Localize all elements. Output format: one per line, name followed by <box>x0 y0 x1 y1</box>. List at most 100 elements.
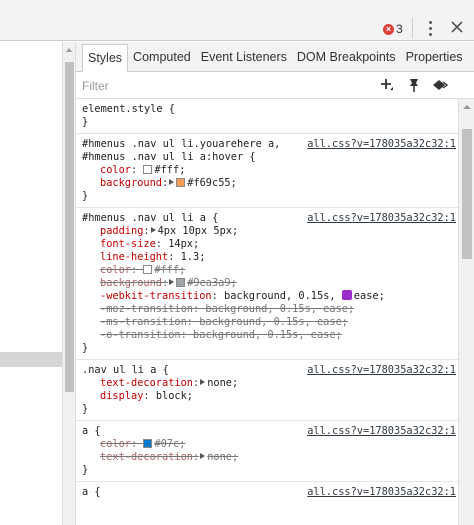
expand-triangle-icon[interactable] <box>200 453 206 459</box>
bezier-curve-icon[interactable] <box>341 290 352 300</box>
rule-source-link[interactable]: all.css?v=178035a32c32:1 <box>307 212 456 225</box>
close-icon[interactable] <box>450 20 464 34</box>
expand-triangle-icon[interactable] <box>200 379 206 385</box>
property-value[interactable]: #fff; <box>154 264 185 276</box>
css-property-overridden[interactable]: background: #9ea3a9; <box>82 277 458 290</box>
error-circle-icon: × <box>383 23 394 35</box>
property-value[interactable]: #f69c55; <box>187 177 237 189</box>
styles-scrollbar[interactable] <box>458 99 474 525</box>
color-swatch-icon[interactable] <box>143 265 153 274</box>
rule-selector[interactable]: .nav ul li a { <box>82 364 169 376</box>
tab-computed[interactable]: Computed <box>128 44 196 71</box>
expand-triangle-icon[interactable] <box>169 179 175 185</box>
rule-selector[interactable]: #hmenus .nav ul li a { <box>82 212 218 224</box>
property-name[interactable]: text-decoration <box>100 377 193 389</box>
css-property-overridden[interactable]: text-decoration: none; <box>82 451 458 464</box>
property-value[interactable]: 14px; <box>168 238 199 250</box>
property-value[interactable]: #07c; <box>154 438 185 450</box>
css-property-overridden[interactable]: color: #fff; <box>82 264 458 277</box>
scroll-up-arrow-icon[interactable] <box>463 105 471 109</box>
property-value[interactable]: 1.3; <box>181 251 206 263</box>
css-property[interactable]: line-height: 1.3; <box>82 251 458 264</box>
property-value[interactable]: block; <box>156 390 193 402</box>
color-swatch-icon[interactable] <box>176 278 186 287</box>
rule-close-brace: } <box>82 464 89 476</box>
property-name[interactable]: background <box>100 177 162 189</box>
css-property[interactable]: padding: 4px 10px 5px; <box>82 225 458 238</box>
filter-bar <box>76 73 474 99</box>
property-name[interactable]: line-height <box>100 251 168 263</box>
scrollbar-thumb[interactable] <box>462 129 472 259</box>
style-rule-anchor-ua[interactable]: a { all.css?v=178035a32c32:1 <box>76 482 458 503</box>
toggle-classes-icon[interactable] <box>432 77 448 93</box>
color-swatch-icon[interactable] <box>143 439 153 448</box>
css-property-invalid[interactable]: -o-transition: background, 0.15s, ease; <box>82 329 458 342</box>
style-rule-hover[interactable]: #hmenus .nav ul li.youarehere a, all.css… <box>76 134 458 208</box>
property-value[interactable]: 4px 10px 5px; <box>158 225 239 237</box>
rule-source-link[interactable]: all.css?v=178035a32c32:1 <box>307 425 456 438</box>
rule-source-link[interactable]: all.css?v=178035a32c32:1 <box>307 486 456 499</box>
style-rule-anchor[interactable]: a { all.css?v=178035a32c32:1 color: #07c… <box>76 421 458 482</box>
style-rules-list: element.style { } #hmenus .nav ul li.you… <box>76 99 458 525</box>
elements-tree-pane[interactable] <box>0 42 62 525</box>
tab-properties[interactable]: Properties <box>401 44 468 71</box>
property-value[interactable]: none; <box>207 451 238 463</box>
property-name[interactable]: color <box>100 264 131 276</box>
rule-selector[interactable]: a { <box>82 425 101 437</box>
style-rule-element-style[interactable]: element.style { } <box>76 99 458 134</box>
toolbar-divider <box>412 18 413 38</box>
property-name[interactable]: background <box>100 277 162 289</box>
css-property[interactable]: text-decoration: none; <box>82 377 458 390</box>
tab-styles[interactable]: Styles <box>82 44 129 72</box>
css-property[interactable]: font-size: 14px; <box>82 238 458 251</box>
selected-node-highlight[interactable] <box>0 352 62 367</box>
css-property-invalid[interactable]: -moz-transition: background, 0.15s, ease… <box>82 303 458 316</box>
rule-close-brace: } <box>82 116 89 128</box>
css-property[interactable]: color: #fff; <box>82 164 458 177</box>
property-name[interactable]: -webkit-transition <box>100 290 212 302</box>
rule-selector[interactable]: #hmenus .nav ul li.youarehere a, <box>82 138 280 150</box>
property-value[interactable]: none; <box>207 377 238 389</box>
devtools-toolbar: × 3 <box>0 0 474 41</box>
error-counter[interactable]: × 3 <box>383 22 403 36</box>
property-value[interactable]: ease; <box>354 290 385 302</box>
elements-scrollbar[interactable] <box>62 42 76 525</box>
css-property-overridden[interactable]: color: #07c; <box>82 438 458 451</box>
expand-triangle-icon[interactable] <box>150 227 156 233</box>
property-value[interactable]: #9ea3a9; <box>187 277 237 289</box>
property-value[interactable]: background, 0.15s, <box>224 290 336 302</box>
property-name[interactable]: color <box>100 438 131 450</box>
tab-dom-breakpoints[interactable]: DOM Breakpoints <box>292 44 401 71</box>
pin-element-state-icon[interactable] <box>406 77 422 93</box>
css-property-invalid[interactable]: -ms-transition: background, 0.15s, ease; <box>82 316 458 329</box>
rule-selector[interactable]: element.style { <box>82 103 458 116</box>
property-value[interactable]: #fff; <box>154 164 185 176</box>
scrollbar-thumb[interactable] <box>65 62 74 392</box>
style-rule-nav-generic[interactable]: .nav ul li a { all.css?v=178035a32c32:1 … <box>76 360 458 421</box>
rule-source-link[interactable]: all.css?v=178035a32c32:1 <box>307 364 456 377</box>
rule-close-brace: } <box>82 342 89 354</box>
css-property[interactable]: background: #f69c55; <box>82 177 458 190</box>
scroll-up-arrow-icon[interactable] <box>66 48 72 52</box>
expand-triangle-icon[interactable] <box>169 279 175 285</box>
property-name[interactable]: text-decoration <box>100 451 193 463</box>
property-name[interactable]: font-size <box>100 238 156 250</box>
rule-selector[interactable]: a { <box>82 486 101 498</box>
css-property[interactable]: -webkit-transition: background, 0.15s, e… <box>82 290 458 303</box>
filter-input[interactable] <box>82 77 282 95</box>
rule-close-brace: } <box>82 403 89 415</box>
property-name[interactable]: color <box>100 164 131 176</box>
color-swatch-icon[interactable] <box>176 178 186 187</box>
rule-selector[interactable]: #hmenus .nav ul li a:hover { <box>82 151 458 164</box>
styles-sidebar: Styles Computed Event Listeners DOM Brea… <box>76 42 474 525</box>
rule-close-brace: } <box>82 190 89 202</box>
color-swatch-icon[interactable] <box>143 165 153 174</box>
tab-event-listeners[interactable]: Event Listeners <box>196 44 292 71</box>
css-property[interactable]: display: block; <box>82 390 458 403</box>
property-name[interactable]: display <box>100 390 143 402</box>
property-name[interactable]: padding <box>100 225 143 237</box>
new-style-rule-icon[interactable] <box>379 77 395 93</box>
rule-source-link[interactable]: all.css?v=178035a32c32:1 <box>307 138 456 151</box>
kebab-menu-icon[interactable] <box>425 19 435 37</box>
style-rule-nav-link[interactable]: #hmenus .nav ul li a { all.css?v=178035a… <box>76 208 458 360</box>
